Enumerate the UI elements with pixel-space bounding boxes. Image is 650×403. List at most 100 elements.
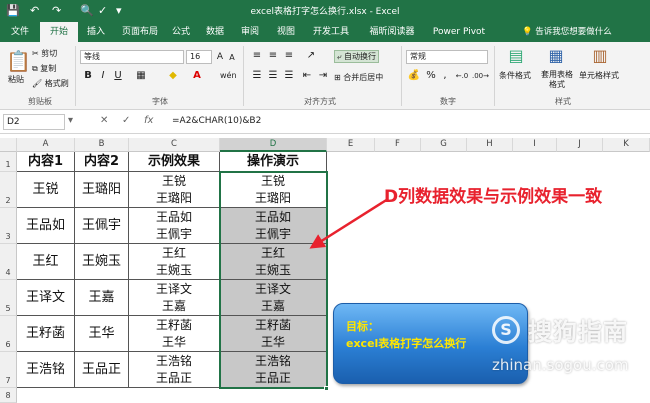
cell-a3[interactable]: 王品如 [17,208,75,244]
comma-icon[interactable]: , [438,70,452,82]
bold-button[interactable]: B [82,70,94,82]
orientation-icon[interactable]: ↗ [304,50,318,62]
italic-button[interactable]: I [97,70,109,82]
increase-decimal-icon[interactable]: ←.0 [454,70,470,82]
cell-c2[interactable]: 王锐 王璐阳 [129,172,220,208]
column-header-c[interactable]: C [129,138,220,152]
cell-b4[interactable]: 王婉玉 [75,244,129,280]
format-as-table-icon[interactable]: ▦ [546,46,566,66]
number-format-box[interactable]: 常规 [406,50,488,64]
cell-b3[interactable]: 王佩宇 [75,208,129,244]
conditional-format-icon[interactable]: ▤ [506,46,526,66]
header-cell-demo[interactable]: 操作演示 [220,152,327,172]
font-name-box[interactable]: 等线 [80,50,184,64]
cell-d5[interactable]: 王译文 王嘉 [220,280,327,316]
font-color-icon[interactable]: A [190,70,204,82]
header-cell-content1[interactable]: 内容1 [17,152,75,172]
row-header-1[interactable]: 1 [0,152,17,172]
align-left-icon[interactable]: ☰ [250,70,264,82]
border-icon[interactable]: ▦ [134,70,148,82]
align-middle-icon[interactable]: ≡ [266,50,280,62]
copy-button[interactable]: ⧉ 复制 [32,63,56,74]
tab-review[interactable]: 审阅 [234,22,266,42]
percent-icon[interactable]: % [424,70,438,82]
header-cell-content2[interactable]: 内容2 [75,152,129,172]
cell-c7[interactable]: 王浩铭 王品正 [129,352,220,388]
column-header-f[interactable]: F [375,138,421,152]
decrease-decimal-icon[interactable]: .00→ [472,70,489,82]
column-header-e[interactable]: E [327,138,375,152]
phonetic-icon[interactable]: wén [220,70,237,82]
increase-indent-icon[interactable]: ⇥ [316,70,330,82]
underline-button[interactable]: U [112,70,124,82]
font-size-box[interactable]: 16 [186,50,212,64]
cell-a5[interactable]: 王译文 [17,280,75,316]
tab-insert[interactable]: 插入 [80,22,112,42]
row-header-5[interactable]: 5 [0,280,17,316]
row-header-4[interactable]: 4 [0,244,17,280]
wrap-text-button[interactable]: ⤶ 自动换行 [334,50,380,63]
name-box-dropdown-icon[interactable]: ▾ [68,115,73,126]
cell-b5[interactable]: 王嘉 [75,280,129,316]
row-header-7[interactable]: 7 [0,352,17,388]
column-header-a[interactable]: A [17,138,75,152]
header-cell-example[interactable]: 示例效果 [129,152,220,172]
select-all-corner[interactable] [0,138,17,152]
tab-power-pivot[interactable]: Power Pivot [428,22,490,42]
cell-d7[interactable]: 王浩铭 王品正 [220,352,327,388]
cell-styles-icon[interactable]: ▥ [590,46,610,66]
grow-font-icon[interactable]: A [214,51,226,63]
shrink-font-icon[interactable]: A [226,52,238,64]
align-top-icon[interactable]: ≡ [250,50,264,62]
tab-home[interactable]: 开始 [40,22,78,42]
cell-c5[interactable]: 王译文 王嘉 [129,280,220,316]
column-header-b[interactable]: B [75,138,129,152]
formula-input[interactable]: =A2&CHAR(10)&B2 [172,116,261,126]
column-header-g[interactable]: G [421,138,467,152]
row-header-3[interactable]: 3 [0,208,17,244]
column-header-h[interactable]: H [467,138,513,152]
conditional-format-button[interactable]: 条件格式 [499,70,531,81]
cancel-icon[interactable]: ✕ [100,115,108,126]
cell-a7[interactable]: 王浩铭 [17,352,75,388]
paste-icon[interactable]: 📋 [6,50,31,72]
column-header-j[interactable]: J [557,138,603,152]
cell-a4[interactable]: 王红 [17,244,75,280]
tab-file[interactable]: 文件 [4,22,36,42]
tab-formulas[interactable]: 公式 [166,22,196,42]
merge-center-button[interactable]: ⊞ 合并后居中 [334,72,383,83]
cell-b6[interactable]: 王华 [75,316,129,352]
cell-c4[interactable]: 王红 王婉玉 [129,244,220,280]
tab-developer[interactable]: 开发工具 [306,22,356,42]
decrease-indent-icon[interactable]: ⇤ [300,70,314,82]
cell-styles-button[interactable]: 单元格样式 [579,70,619,81]
paste-button[interactable]: 粘贴 [8,74,24,85]
format-as-table-button[interactable]: 套用表格格式 [540,70,574,90]
cell-d6[interactable]: 王籽菡 王华 [220,316,327,352]
tab-data[interactable]: 数据 [200,22,230,42]
column-header-k[interactable]: K [603,138,650,152]
cell-a2[interactable]: 王锐 [17,172,75,208]
tab-view[interactable]: 视图 [270,22,302,42]
cell-c3[interactable]: 王品如 王佩宇 [129,208,220,244]
row-header-8[interactable]: 8 [0,388,17,403]
column-header-d[interactable]: D [220,138,327,152]
align-right-icon[interactable]: ☰ [282,70,296,82]
row-header-2[interactable]: 2 [0,172,17,208]
fill-handle[interactable] [324,386,329,391]
cut-button[interactable]: ✂ 剪切 [32,48,57,59]
tab-foxit-reader[interactable]: 福昕阅读器 [362,22,422,42]
column-header-i[interactable]: I [513,138,557,152]
row-header-6[interactable]: 6 [0,316,17,352]
align-center-icon[interactable]: ☰ [266,70,280,82]
currency-icon[interactable]: 💰 [406,70,422,82]
cell-b2[interactable]: 王璐阳 [75,172,129,208]
tell-me-box[interactable]: 💡 告诉我您想要做什么 [522,22,612,42]
fill-color-icon[interactable]: ◆ [166,70,180,82]
align-bottom-icon[interactable]: ≡ [282,50,296,62]
enter-icon[interactable]: ✓ [122,115,130,126]
cell-b7[interactable]: 王品正 [75,352,129,388]
tab-page-layout[interactable]: 页面布局 [114,22,166,42]
cell-a6[interactable]: 王籽菡 [17,316,75,352]
name-box[interactable]: D2 [3,114,65,130]
